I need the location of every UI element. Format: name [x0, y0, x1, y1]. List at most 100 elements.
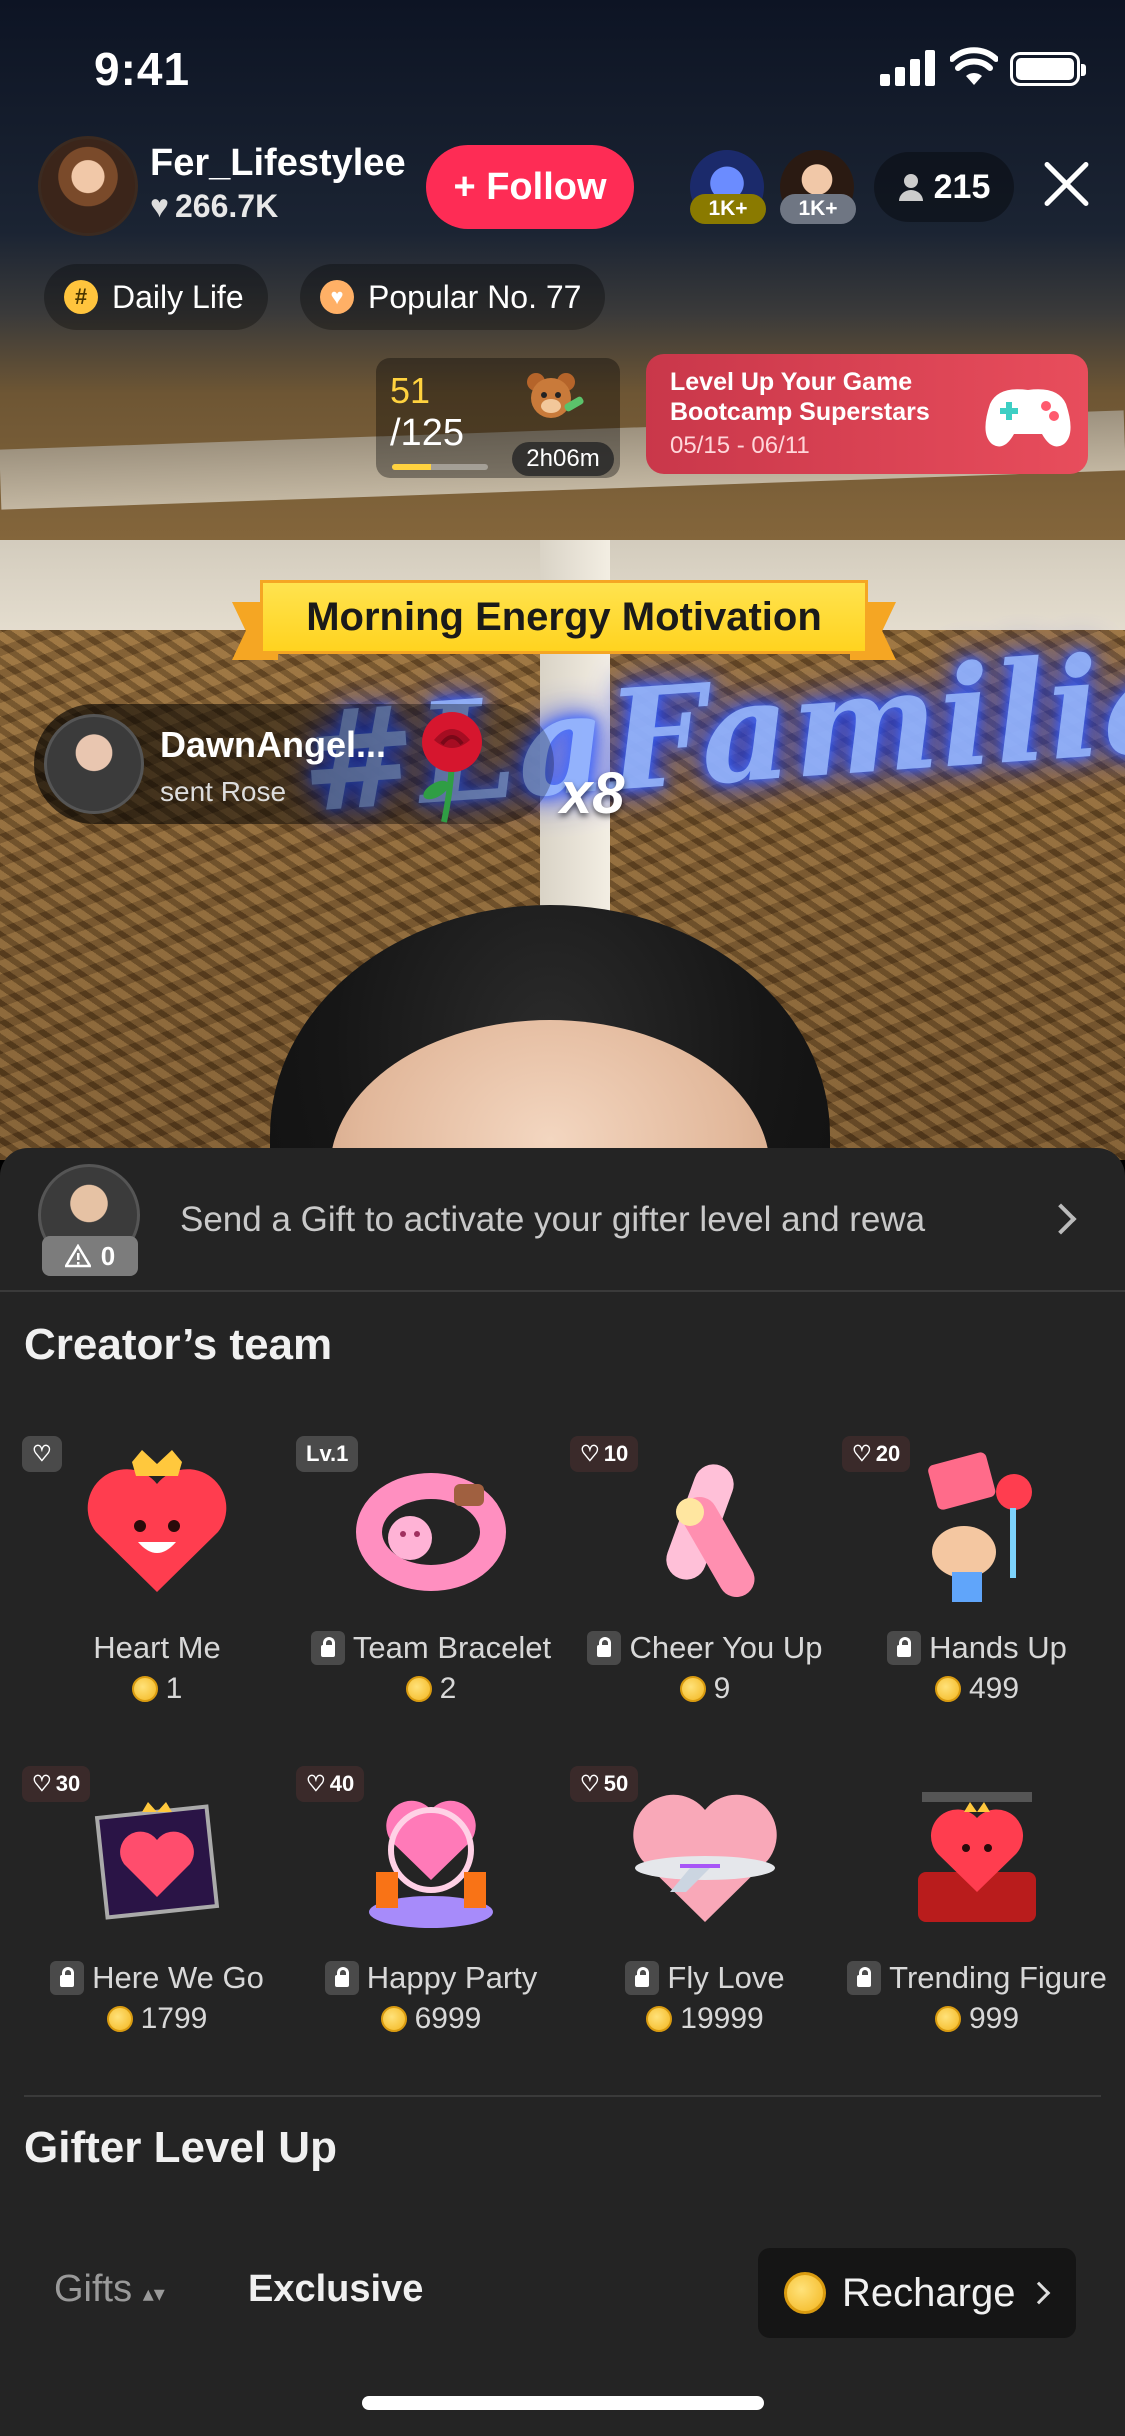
heart-outline-icon: ♡ — [852, 1441, 872, 1466]
home-indicator[interactable] — [362, 2396, 764, 2410]
trending-figure-gift-icon — [918, 1792, 1036, 1922]
gift-item[interactable]: ♡ 40 Happy Party 6999 — [296, 1766, 566, 2066]
sender-name: DawnAngel... — [160, 724, 387, 765]
gift-price: 999 — [842, 2002, 1112, 2036]
gift-price: 499 — [842, 1672, 1112, 1706]
gift-price-value: 19999 — [680, 2002, 764, 2035]
promo-dates: 05/15 - 06/11 — [670, 432, 810, 459]
status-bar: 9:41 — [0, 0, 1125, 140]
host-likes: ♥ 266.7K — [150, 188, 278, 225]
tab-gifts[interactable]: Gifts ▴▾ — [54, 2268, 165, 2311]
person-icon — [898, 174, 923, 201]
recharge-button[interactable]: Recharge — [758, 2248, 1076, 2338]
gift-price-value: 6999 — [414, 2002, 482, 2035]
gift-action: sent Rose — [160, 776, 287, 807]
host-avatar[interactable] — [38, 136, 138, 236]
coin-icon — [784, 2272, 826, 2314]
gifter-prompt-text: Send a Gift to activate your gifter leve… — [180, 1200, 926, 1239]
gift-price-value: 9 — [713, 1672, 731, 1705]
creators-team-title: Creator’s team — [24, 1320, 333, 1369]
gift-item[interactable]: ♡ 10 Cheer You Up 9 — [570, 1436, 840, 1736]
lock-icon — [50, 1961, 85, 1995]
gifter-level-prompt[interactable]: 0 Send a Gift to activate your gifter le… — [0, 1148, 1125, 1292]
viewer-count[interactable]: 215 — [874, 152, 1014, 222]
stream-title-banner: Morning Energy Motivation — [232, 580, 896, 660]
team-bracelet-gift-icon — [356, 1473, 506, 1591]
gift-item[interactable]: Lv.1 Team Bracelet 2 — [296, 1436, 566, 1736]
gift-name-text: Trending Figure — [889, 1960, 1107, 1995]
coin-icon — [646, 2006, 673, 2032]
lock-icon — [887, 1631, 922, 1665]
lock-icon — [324, 1961, 359, 1995]
tab-exclusive[interactable]: Exclusive — [248, 2268, 423, 2311]
tag-popular-rank[interactable]: ♥ Popular No. 77 — [300, 264, 606, 330]
cellular-signal-icon — [880, 50, 936, 86]
fly-love-gift-icon — [633, 1794, 777, 1922]
gift-price: 2 — [296, 1672, 566, 1706]
gift-price: 19999 — [570, 2002, 840, 2036]
hands-up-gift-icon — [928, 1452, 1032, 1602]
tag-label: Daily Life — [112, 278, 244, 315]
gift-price-value: 1799 — [140, 2002, 208, 2035]
coin-icon — [106, 2006, 133, 2032]
sender-avatar[interactable] — [44, 714, 144, 814]
gift-name: Trending Figure — [842, 1960, 1112, 1996]
gift-item[interactable]: Trending Figure 999 — [842, 1766, 1112, 2066]
gift-name: Here We Go — [22, 1960, 292, 1996]
top-viewer-badge: 1K+ — [780, 194, 856, 224]
progress-fill — [392, 464, 432, 470]
viewer-count-value: 215 — [933, 167, 991, 206]
gamepad-icon — [985, 389, 1071, 447]
gift-price-value: 499 — [968, 1672, 1020, 1705]
event-promo-card[interactable]: Level Up Your Game Bootcamp Superstars 0… — [646, 354, 1088, 474]
clock: 9:41 — [94, 43, 191, 95]
coin-icon — [679, 1676, 706, 1702]
gift-name: Cheer You Up — [570, 1630, 840, 1666]
battery-icon — [1010, 52, 1086, 86]
gift-name-text: Heart Me — [93, 1630, 221, 1665]
follow-button[interactable]: + Follow — [426, 145, 634, 229]
gift-price-value: 1 — [165, 1672, 183, 1705]
gift-name: Happy Party — [296, 1960, 566, 1996]
heart-outline-icon: ♡ — [306, 1771, 326, 1796]
coin-icon — [131, 1676, 158, 1702]
tag-daily-life[interactable]: # Daily Life — [44, 264, 268, 330]
coin-icon — [380, 2006, 407, 2032]
team-heart-badge: ♡ — [22, 1436, 62, 1472]
tag-label: Popular No. 77 — [368, 278, 582, 315]
gift-price-value: 999 — [968, 2002, 1020, 2035]
gift-price: 6999 — [296, 2002, 566, 2036]
progress-current: 51 — [390, 370, 431, 411]
wifi-icon — [950, 47, 998, 85]
top-viewer-badge: 1K+ — [690, 194, 766, 224]
gifter-level-value: 0 — [100, 1240, 116, 1271]
gift-name: Hands Up — [842, 1630, 1112, 1666]
stream-title: Morning Energy Motivation — [260, 580, 868, 654]
gift-name-text: Hands Up — [929, 1630, 1067, 1665]
gift-name-text: Happy Party — [366, 1960, 538, 1995]
gift-item[interactable]: ♡ 30 Here We Go 1799 — [22, 1766, 292, 2066]
chevron-right-icon — [1028, 2281, 1051, 2305]
gift-name: Fly Love — [570, 1960, 840, 1996]
host-name: Fer_Lifestylee — [150, 142, 406, 184]
recharge-label: Recharge — [842, 2270, 1016, 2315]
tab-gifts-label: Gifts — [54, 2268, 133, 2310]
lock-icon — [625, 1961, 660, 1995]
promo-title: Level Up Your Game — [670, 368, 913, 396]
hashtag-icon: # — [64, 280, 98, 314]
gift-tab-bar: Gifts ▴▾ Exclusive Recharge — [0, 2240, 1125, 2350]
heart-icon: ♥ — [320, 280, 354, 314]
close-icon[interactable] — [1040, 158, 1092, 210]
coin-icon — [934, 2006, 961, 2032]
heart-outline-icon: ♡ — [32, 1771, 52, 1796]
lock-icon — [310, 1631, 345, 1665]
gift-name: Team Bracelet — [296, 1630, 566, 1666]
gift-item[interactable]: ♡ 50 Fly Love 19999 — [570, 1766, 840, 2066]
heart-outline-icon: ♡ — [32, 1441, 52, 1466]
gift-item[interactable]: ♡ Heart Me 1 — [22, 1436, 292, 1736]
goal-progress-widget[interactable]: 51 /125 2h06m — [376, 358, 620, 478]
gift-name: Heart Me — [22, 1630, 292, 1666]
teddy-bear-icon — [527, 373, 584, 418]
warning-icon — [64, 1244, 91, 1268]
gift-item[interactable]: ♡ 20 Hands Up 499 — [842, 1436, 1112, 1736]
